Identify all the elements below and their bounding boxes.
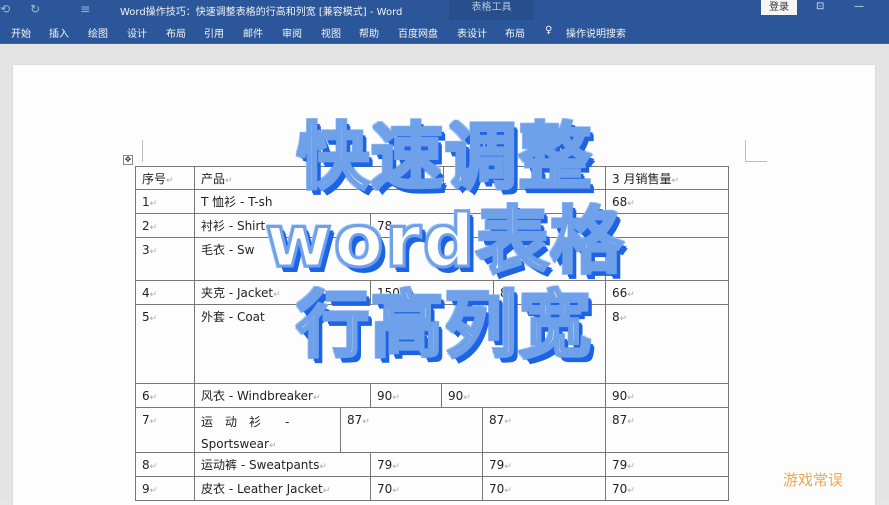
table-cell[interactable]: 70↵ bbox=[605, 476, 729, 501]
tab-help[interactable]: 帮助 bbox=[359, 25, 379, 40]
ribbon-display-options-icon[interactable]: ⊡ bbox=[816, 1, 824, 12]
tab-home[interactable]: 开始 bbox=[11, 25, 31, 40]
table-cell[interactable]: 8↵ bbox=[493, 280, 606, 305]
table-cell[interactable]: 运 动 衫 - Sportswear↵ bbox=[194, 407, 341, 453]
table-cell[interactable]: 皮衣 - Leather Jacket↵ bbox=[194, 476, 371, 501]
table-header-cell[interactable]: 序号↵ bbox=[135, 166, 195, 190]
table-header-cell[interactable]: 3 月销售量↵ bbox=[605, 166, 729, 190]
lightbulb-icon: ♀ bbox=[545, 25, 553, 36]
watermark: 游戏常误 bbox=[783, 471, 844, 489]
table-cell[interactable]: 68↵ bbox=[605, 189, 729, 214]
table-cell[interactable]: 3↵ bbox=[135, 237, 195, 281]
table-cell[interactable]: 66↵ bbox=[605, 280, 729, 305]
table-cell[interactable]: 6↵ bbox=[135, 383, 195, 408]
table-cell[interactable]: 7↵ bbox=[135, 407, 195, 453]
table-cell[interactable]: 2↵ bbox=[135, 213, 195, 238]
tab-table-layout[interactable]: 布局 bbox=[505, 25, 525, 40]
tab-table-design[interactable]: 表设计 bbox=[457, 25, 487, 40]
undo-icon[interactable]: ⟲ bbox=[0, 2, 10, 16]
tab-references[interactable]: 引用 bbox=[204, 25, 224, 40]
table-cell[interactable]: 夹克 - Jacket↵ bbox=[194, 280, 371, 305]
tab-baidu-netdisk[interactable]: 百度网盘 bbox=[398, 25, 438, 40]
table-cell[interactable]: 4↵ bbox=[135, 280, 195, 305]
table-header-cell[interactable] bbox=[443, 166, 606, 190]
table-cell[interactable] bbox=[605, 213, 729, 238]
margin-mark bbox=[142, 140, 143, 162]
table-cell[interactable]: 1↵ bbox=[135, 189, 195, 214]
table-cell[interactable]: 9↵ bbox=[135, 476, 195, 501]
table-cell[interactable]: 90↵ bbox=[605, 383, 729, 408]
table-cell[interactable]: 70↵ bbox=[370, 476, 483, 501]
table-cell[interactable]: 78↵ bbox=[370, 213, 606, 238]
table-cell[interactable]: 90↵ bbox=[441, 383, 606, 408]
ribbon-tabs: 开始 插入 绘图 设计 布局 引用 邮件 审阅 视图 帮助 百度网盘 表设计 布… bbox=[0, 20, 889, 44]
tab-draw[interactable]: 绘图 bbox=[88, 25, 108, 40]
minimize-icon[interactable]: — bbox=[854, 1, 864, 12]
table-cell[interactable]: 90↵ bbox=[370, 383, 442, 408]
table-cell[interactable]: 毛衣 - Sw bbox=[194, 237, 606, 281]
table-move-handle[interactable]: ✥ bbox=[123, 155, 133, 165]
table-cell[interactable]: 79↵ bbox=[482, 452, 606, 477]
tab-design[interactable]: 设计 bbox=[127, 25, 147, 40]
login-button[interactable]: 登录 bbox=[761, 0, 797, 15]
tell-me-search[interactable]: 操作说明搜索 bbox=[566, 25, 626, 40]
tab-review[interactable]: 审阅 bbox=[282, 25, 302, 40]
table-cell[interactable]: 87↵ bbox=[482, 407, 606, 453]
table-cell[interactable]: 风衣 - Windbreaker↵ bbox=[194, 383, 371, 408]
table-cell[interactable]: 79↵ bbox=[370, 452, 483, 477]
customize-quick-access-icon[interactable]: ≡ bbox=[80, 2, 90, 16]
table-cell[interactable]: 运动裤 - Sweatpants↵ bbox=[194, 452, 371, 477]
table-cell[interactable]: 150↵ bbox=[370, 280, 494, 305]
table-header-cell[interactable]: 产品↵ bbox=[194, 166, 444, 190]
window-title: Word操作技巧：快速调整表格的行高和列宽 [兼容模式] - Word bbox=[120, 7, 403, 18]
tab-view[interactable]: 视图 bbox=[321, 25, 341, 40]
tab-layout[interactable]: 布局 bbox=[166, 25, 186, 40]
table-cell[interactable]: 5↵ bbox=[605, 237, 729, 281]
quick-access-toolbar: ⟲ ↻ ≡ bbox=[0, 2, 98, 16]
redo-icon[interactable]: ↻ bbox=[30, 2, 40, 16]
table-cell[interactable]: T 恤衫 - T-sh bbox=[194, 189, 606, 214]
tab-mailings[interactable]: 邮件 bbox=[243, 25, 263, 40]
table-cell[interactable]: 87↵ bbox=[340, 407, 483, 453]
table-cell[interactable]: 衬衫 - Shirt↵ bbox=[194, 213, 371, 238]
table-cell[interactable]: 79↵ bbox=[605, 452, 729, 477]
table-cell[interactable]: 87↵ bbox=[605, 407, 729, 453]
table-cell[interactable]: 8↵ bbox=[605, 304, 729, 384]
table-cell[interactable]: 70↵ bbox=[482, 476, 606, 501]
title-bar: ⟲ ↻ ≡ Word操作技巧：快速调整表格的行高和列宽 [兼容模式] - Word … bbox=[0, 0, 889, 20]
table-tools-context-label: 表格工具 bbox=[449, 0, 534, 20]
table-cell[interactable]: 外套 - Coat bbox=[194, 304, 606, 384]
table-cell[interactable]: 8↵ bbox=[135, 452, 195, 477]
tab-insert[interactable]: 插入 bbox=[49, 25, 69, 40]
table-cell[interactable]: 5↵ bbox=[135, 304, 195, 384]
margin-mark bbox=[745, 140, 767, 162]
